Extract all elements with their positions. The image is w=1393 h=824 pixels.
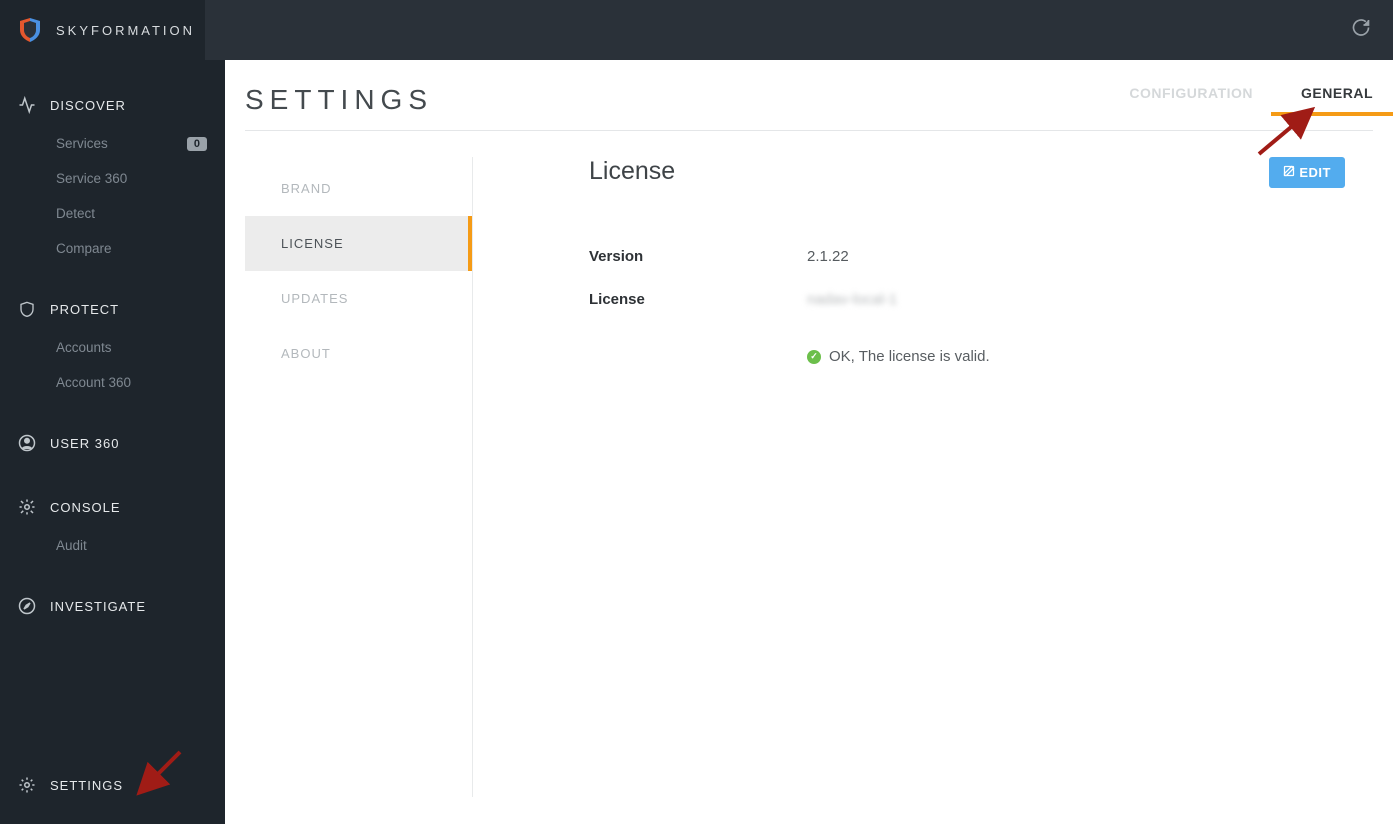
license-status-text: OK, The license is valid. bbox=[829, 348, 990, 365]
nav-protect-label: PROTECT bbox=[50, 302, 119, 317]
nav-console[interactable]: CONSOLE bbox=[0, 486, 225, 528]
tab-general[interactable]: GENERAL bbox=[1301, 85, 1373, 115]
page-header: SETTINGS CONFIGURATION GENERAL bbox=[245, 84, 1373, 131]
nav-discover-label: DISCOVER bbox=[50, 98, 126, 113]
gear-icon bbox=[18, 776, 36, 794]
nav-investigate-label: INVESTIGATE bbox=[50, 599, 146, 614]
edit-button[interactable]: EDIT bbox=[1269, 157, 1345, 188]
page-title: SETTINGS bbox=[245, 84, 433, 116]
topbar: SKYFORMATION bbox=[0, 0, 1393, 60]
nav-investigate[interactable]: INVESTIGATE bbox=[0, 585, 225, 627]
nav-console-label: CONSOLE bbox=[50, 500, 121, 515]
edit-button-label: EDIT bbox=[1299, 165, 1331, 180]
license-panel: License EDIT Version 2.1.22 License bbox=[473, 157, 1373, 797]
nav-item-compare[interactable]: Compare bbox=[0, 231, 225, 266]
user-icon bbox=[18, 434, 36, 452]
nav-item-accounts[interactable]: Accounts bbox=[0, 330, 225, 365]
nav-settings[interactable]: SETTINGS bbox=[0, 764, 225, 806]
shield-icon bbox=[18, 300, 36, 318]
subnav-updates[interactable]: UPDATES bbox=[245, 271, 472, 326]
services-count-badge: 0 bbox=[187, 137, 207, 151]
compass-icon bbox=[18, 597, 36, 615]
kv-version-key: Version bbox=[589, 248, 807, 265]
brand-name: SKYFORMATION bbox=[56, 23, 195, 38]
subnav-brand[interactable]: BRAND bbox=[245, 161, 472, 216]
main-content: SETTINGS CONFIGURATION GENERAL BRAND LIC… bbox=[225, 60, 1393, 824]
kv-license: License nadav-local-1 bbox=[589, 291, 1345, 308]
nav-user360-label: USER 360 bbox=[50, 436, 119, 451]
nav-user360[interactable]: USER 360 bbox=[0, 422, 225, 464]
nav-protect[interactable]: PROTECT bbox=[0, 288, 225, 330]
refresh-icon[interactable] bbox=[1351, 18, 1371, 43]
console-icon bbox=[18, 498, 36, 516]
edit-icon bbox=[1283, 165, 1295, 180]
nav-item-service360[interactable]: Service 360 bbox=[0, 161, 225, 196]
kv-license-value: nadav-local-1 bbox=[807, 291, 897, 308]
nav-settings-label: SETTINGS bbox=[50, 778, 123, 793]
license-status: ✓ OK, The license is valid. bbox=[807, 348, 1345, 365]
settings-subnav: BRAND LICENSE UPDATES ABOUT bbox=[245, 157, 473, 797]
activity-icon bbox=[18, 96, 36, 114]
nav-item-account360[interactable]: Account 360 bbox=[0, 365, 225, 400]
subnav-about[interactable]: ABOUT bbox=[245, 326, 472, 381]
nav-item-audit[interactable]: Audit bbox=[0, 528, 225, 563]
nav-item-services[interactable]: Services 0 bbox=[0, 126, 225, 161]
kv-license-key: License bbox=[589, 291, 807, 308]
kv-version: Version 2.1.22 bbox=[589, 248, 1345, 265]
sidebar: DISCOVER Services 0 Service 360 Detect C… bbox=[0, 60, 225, 824]
nav-discover[interactable]: DISCOVER bbox=[0, 84, 225, 126]
topbar-brand[interactable]: SKYFORMATION bbox=[0, 0, 205, 60]
page-tabs: CONFIGURATION GENERAL bbox=[1129, 85, 1373, 115]
check-circle-icon: ✓ bbox=[807, 350, 821, 364]
panel-title: License bbox=[589, 157, 675, 186]
shield-logo-icon bbox=[20, 18, 40, 42]
nav-item-detect[interactable]: Detect bbox=[0, 196, 225, 231]
tab-configuration[interactable]: CONFIGURATION bbox=[1129, 85, 1253, 115]
subnav-license[interactable]: LICENSE bbox=[245, 216, 472, 271]
kv-version-value: 2.1.22 bbox=[807, 248, 849, 265]
